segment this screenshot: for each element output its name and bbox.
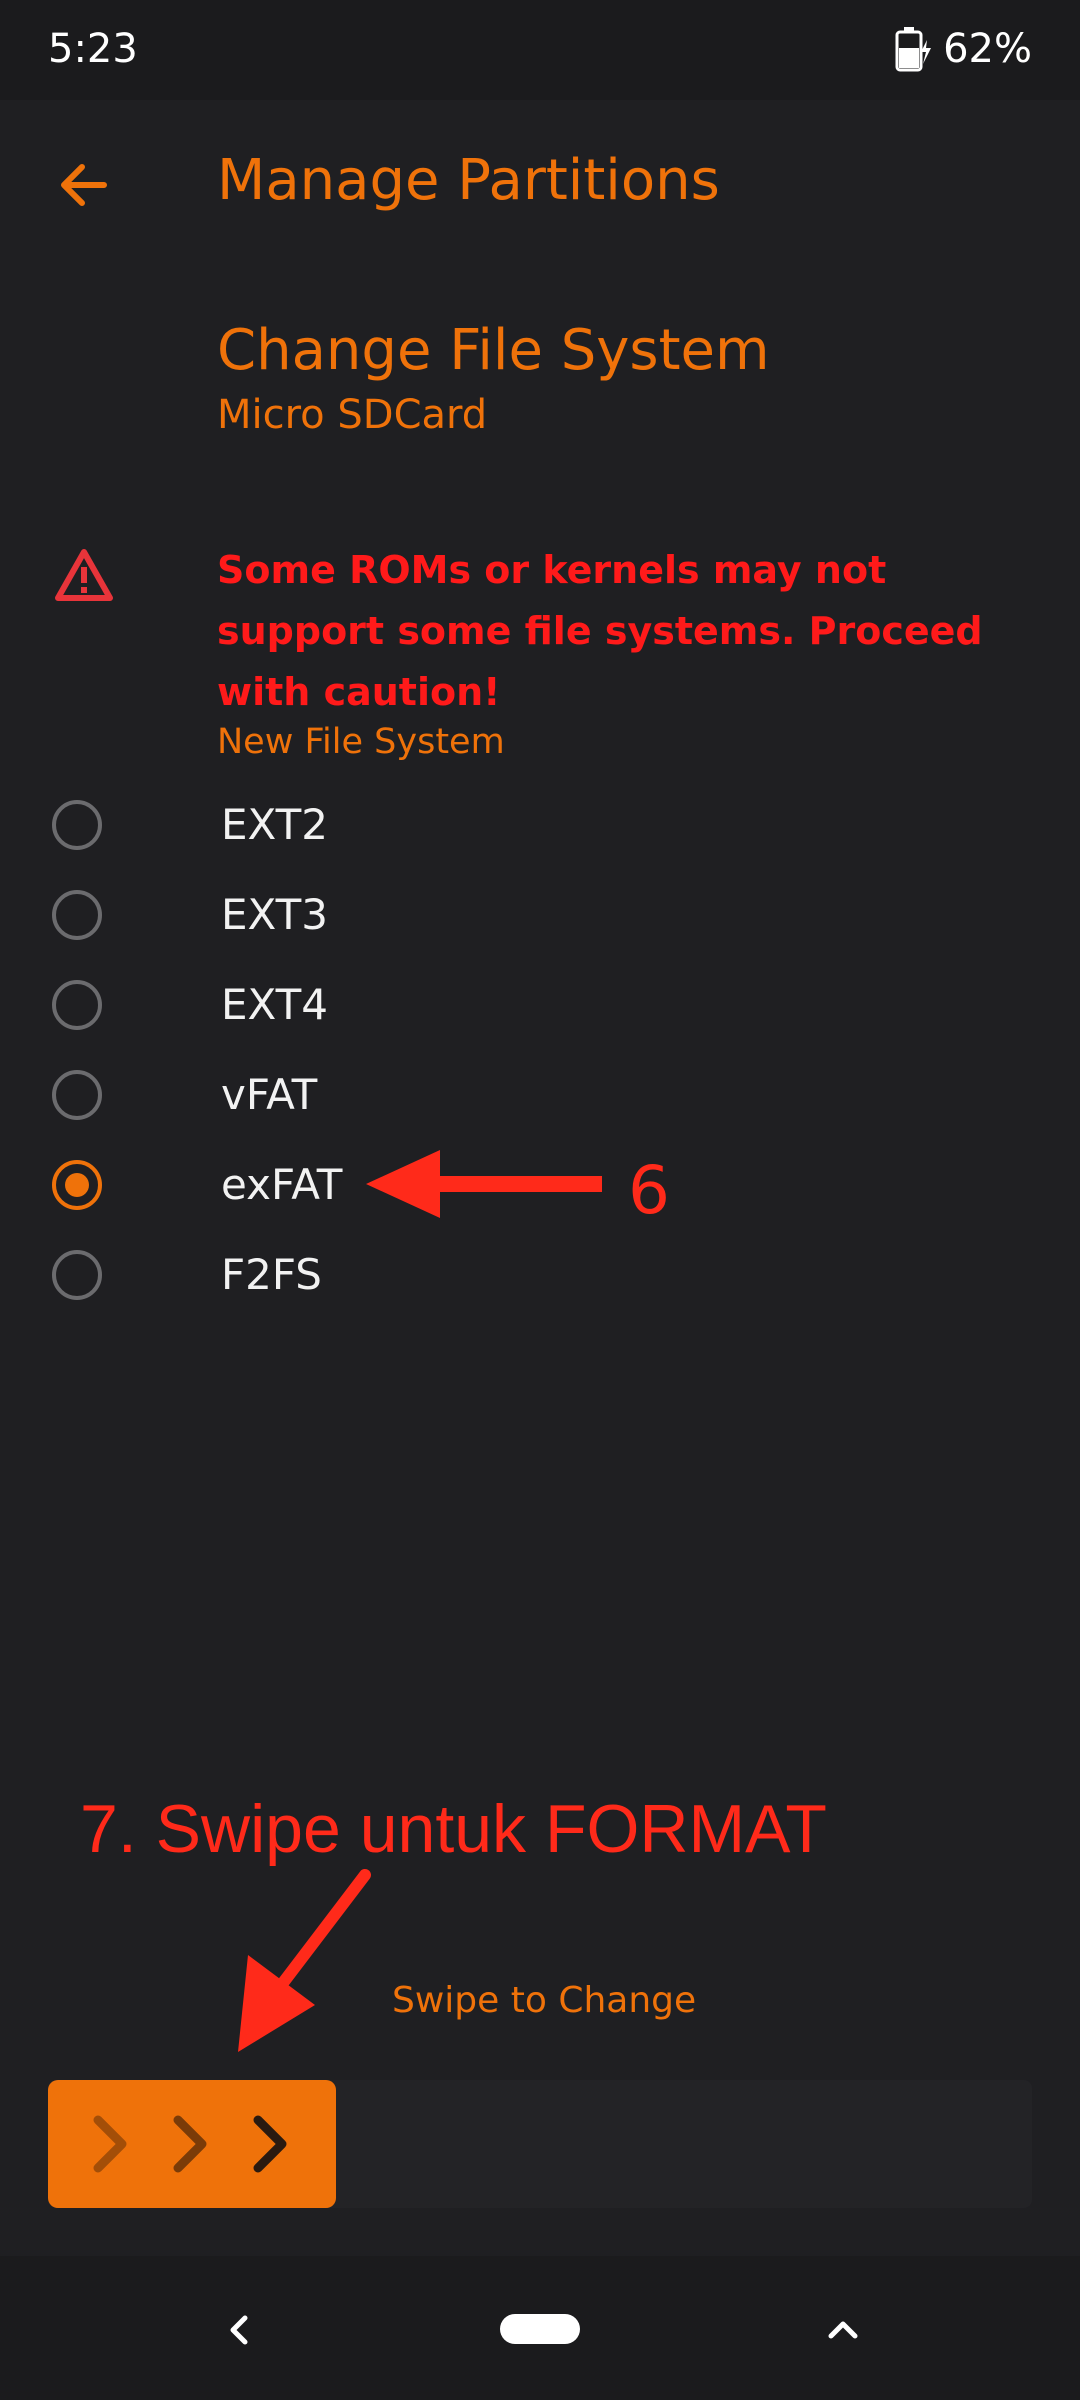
partition-name: Micro SDCard [217,392,488,438]
annotation-arrow-7 [238,1869,371,2052]
annotation-step-7: 7. Swipe untuk FORMAT [80,1791,827,1867]
radio-label: vFAT [221,1070,318,1119]
battery-charging-icon [895,27,932,72]
radio-button[interactable] [52,800,102,850]
radio-option-vfat[interactable]: vFAT [48,1060,648,1140]
radio-option-ext2[interactable]: EXT2 [48,790,648,870]
chevrons-right-icon [93,2115,287,2173]
page-title: Manage Partitions [217,148,720,213]
annotation-step-6: 6 [628,1152,670,1229]
nav-back-icon[interactable] [225,2312,255,2348]
nav-up-chevron-icon[interactable] [823,2314,863,2344]
status-time: 5:23 [48,26,138,72]
swipe-handle[interactable] [48,2080,336,2208]
radio-label: EXT2 [221,800,328,849]
section-title: Change File System [217,318,770,383]
radio-option-exfat[interactable]: exFAT [48,1150,648,1230]
warning-icon [55,549,113,601]
status-right: 62% [893,26,1032,72]
radio-label: F2FS [221,1250,322,1299]
radio-button[interactable] [52,890,102,940]
radio-option-ext4[interactable]: EXT4 [48,970,648,1050]
swipe-label: Swipe to Change [392,1980,697,2021]
radio-label: exFAT [221,1160,343,1209]
radio-label: EXT4 [221,980,328,1029]
radio-button-checked[interactable] [52,1160,102,1210]
radio-button[interactable] [52,1250,102,1300]
warning-message: Some ROMs or kernels may not support som… [217,548,983,714]
radio-button[interactable] [52,1070,102,1120]
radio-label: EXT3 [221,890,328,939]
radio-option-ext3[interactable]: EXT3 [48,880,648,960]
radio-option-f2fs[interactable]: F2FS [48,1240,648,1320]
status-bar: 5:23 62% [0,0,1080,100]
back-arrow-icon[interactable] [54,155,114,215]
battery-percent: 62% [943,26,1032,72]
radio-button[interactable] [52,980,102,1030]
nav-home-pill[interactable] [500,2314,580,2344]
filesystem-label: New File System [217,722,505,762]
